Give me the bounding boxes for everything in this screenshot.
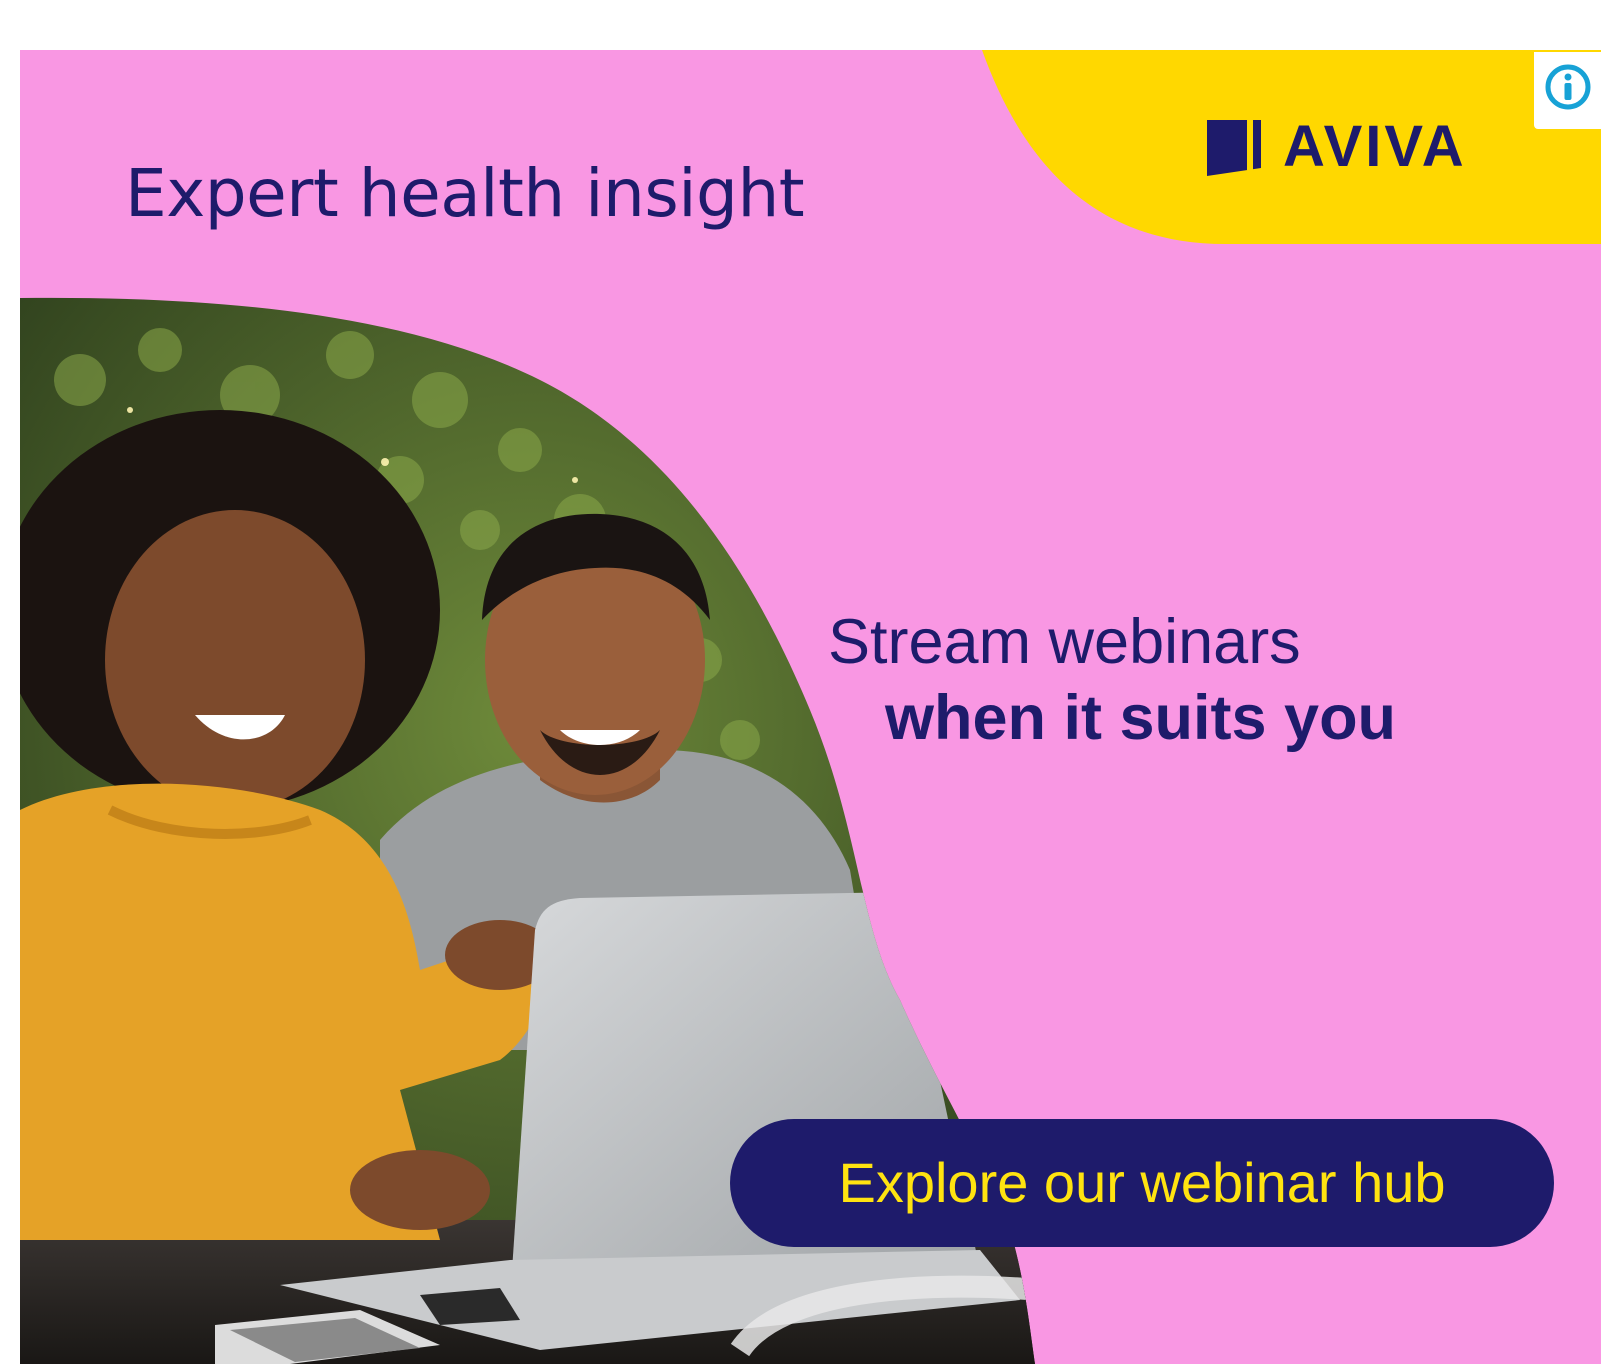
- subheadline-line-1: Stream webinars: [828, 607, 1301, 677]
- subheadline-line-2: when it suits you: [885, 682, 1397, 753]
- headline: Expert health insight: [125, 155, 805, 232]
- ad-banner[interactable]: Expert health insight AVIVA Stream webin…: [20, 50, 1601, 1364]
- aviva-flag-icon: [1207, 120, 1261, 176]
- subheadline: Stream webinars when it suits you: [828, 605, 1396, 756]
- info-icon[interactable]: [1545, 64, 1591, 110]
- logo-text: AVIVA: [1283, 114, 1467, 179]
- ad-info-badge[interactable]: [1534, 52, 1601, 129]
- explore-webinar-hub-button[interactable]: Explore our webinar hub: [730, 1119, 1554, 1247]
- aviva-logo[interactable]: AVIVA: [1203, 116, 1467, 176]
